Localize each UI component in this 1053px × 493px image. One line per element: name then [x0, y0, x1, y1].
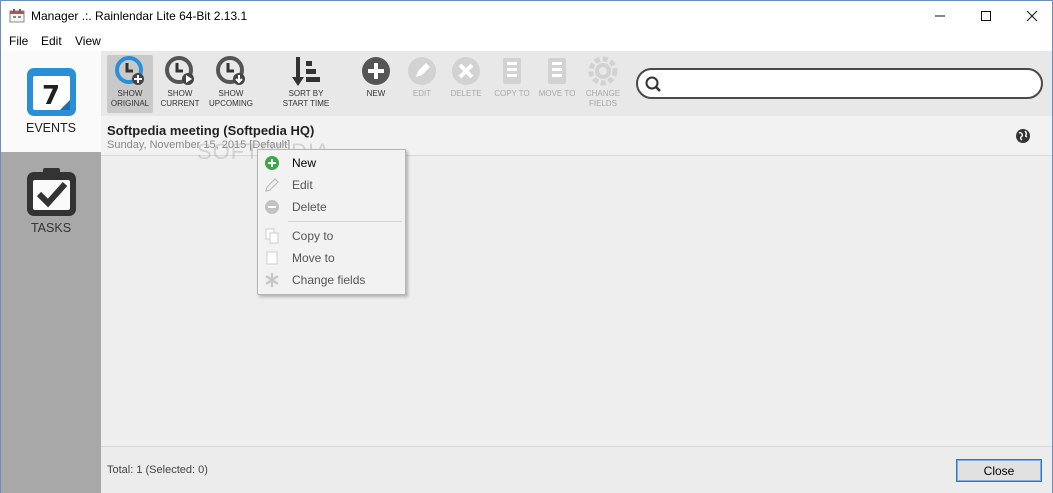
move-icon [548, 58, 566, 84]
plus-icon [362, 57, 390, 85]
context-menu-change-fields[interactable]: Change fields [258, 269, 405, 291]
new-button[interactable]: NEW [359, 55, 393, 113]
move-to-button[interactable]: MOVE TO [537, 55, 577, 113]
status-total: Total: 1 (Selected: 0) [107, 464, 208, 476]
pencil-icon [265, 178, 279, 192]
search-input[interactable] [668, 74, 1028, 94]
close-button[interactable]: Close [956, 459, 1042, 482]
show-upcoming-icon [216, 56, 245, 85]
toolbar-label: COPY TO [494, 89, 530, 98]
copy-icon [265, 228, 279, 244]
close-window-button[interactable] [1009, 1, 1053, 31]
calendar-badge-number: 7 [42, 81, 60, 111]
search-icon [645, 76, 661, 92]
sidebar-item-tasks[interactable]: TASKS [1, 152, 101, 252]
toolbar-label: CHANGE FIELDS [585, 89, 621, 108]
app-window: Manager .:. Rainlendar Lite 64-Bit 2.13.… [0, 0, 1053, 493]
context-menu-move-to[interactable]: Move to [258, 247, 405, 269]
toolbar-label: EDIT [412, 89, 432, 98]
context-menu-label: Change fields [292, 273, 366, 287]
show-original-button[interactable]: SHOW ORIGINAL [107, 55, 153, 113]
delete-icon [452, 57, 480, 85]
toolbar-label: NEW [366, 89, 386, 98]
delete-button[interactable]: DELETE [449, 55, 483, 113]
app-icon [9, 9, 25, 23]
context-menu-label: Delete [292, 200, 327, 214]
sidebar-item-label: TASKS [30, 221, 72, 235]
window-title: Manager .:. Rainlendar Lite 64-Bit 2.13.… [31, 9, 248, 23]
show-original-icon [115, 56, 144, 85]
event-list: Softpedia meeting (Softpedia HQ) Sunday,… [101, 116, 1052, 446]
document-icon [266, 251, 278, 265]
title-bar: Manager .:. Rainlendar Lite 64-Bit 2.13.… [1, 1, 1052, 31]
context-menu-edit[interactable]: Edit [258, 174, 405, 196]
context-menu-label: New [292, 156, 317, 170]
sidebar-item-label: EVENTS [25, 121, 76, 135]
menu-file[interactable]: File [9, 34, 28, 48]
gear-icon [588, 56, 618, 86]
toolbar-label: SHOW CURRENT [160, 89, 200, 108]
toolbar-label: SHOW UPCOMING [209, 89, 253, 108]
context-menu: New Edit Delete Copy to Move to Change f… [257, 149, 406, 295]
toolbar-label: SHOW ORIGINAL [110, 89, 150, 108]
menu-view[interactable]: View [75, 34, 101, 48]
context-menu-delete[interactable]: Delete [258, 196, 405, 218]
calendar-icon: 7 [27, 68, 76, 116]
toolbar-label: MOVE TO [538, 89, 576, 98]
minus-icon [265, 200, 279, 214]
menu-bar: File Edit View [1, 31, 1052, 51]
maximize-button[interactable] [963, 1, 1009, 31]
show-current-icon [165, 56, 194, 85]
context-menu-new[interactable]: New [258, 152, 405, 174]
show-current-button[interactable]: SHOW CURRENT [157, 55, 203, 113]
sidebar-item-events[interactable]: 7 EVENTS [1, 51, 101, 152]
sort-icon [292, 57, 320, 86]
context-menu-copy-to[interactable]: Copy to [258, 225, 405, 247]
toolbar-label: DELETE [450, 89, 482, 98]
context-menu-separator [288, 221, 402, 222]
pencil-icon [408, 57, 436, 85]
close-icon [1026, 10, 1038, 22]
show-upcoming-button[interactable]: SHOW UPCOMING [207, 55, 255, 113]
context-menu-label: Edit [292, 178, 313, 192]
maximize-icon [981, 11, 991, 21]
toolbar: SHOW ORIGINAL SHOW CURRENT SHOW UPCOMING [101, 51, 1052, 116]
sort-by-start-time-button[interactable]: SORT BY START TIME [279, 55, 333, 113]
copy-icon [503, 58, 521, 84]
edit-button[interactable]: EDIT [405, 55, 439, 113]
status-bar: Total: 1 (Selected: 0) Close [101, 446, 1052, 493]
context-menu-label: Copy to [292, 229, 334, 243]
globe-icon [1016, 129, 1030, 143]
copy-to-button[interactable]: COPY TO [493, 55, 531, 113]
sidebar: 7 EVENTS TASKS [1, 51, 101, 493]
event-title: Softpedia meeting (Softpedia HQ) [107, 123, 315, 138]
minimize-icon [935, 15, 945, 17]
search-box [636, 68, 1043, 99]
change-fields-button[interactable]: CHANGE FIELDS [583, 55, 623, 113]
minimize-button[interactable] [917, 1, 963, 31]
add-icon [265, 156, 279, 170]
toolbar-label: SORT BY START TIME [282, 89, 330, 108]
checklist-icon [27, 168, 76, 216]
asterisk-icon [265, 273, 279, 287]
context-menu-label: Move to [292, 251, 335, 265]
menu-edit[interactable]: Edit [41, 34, 62, 48]
